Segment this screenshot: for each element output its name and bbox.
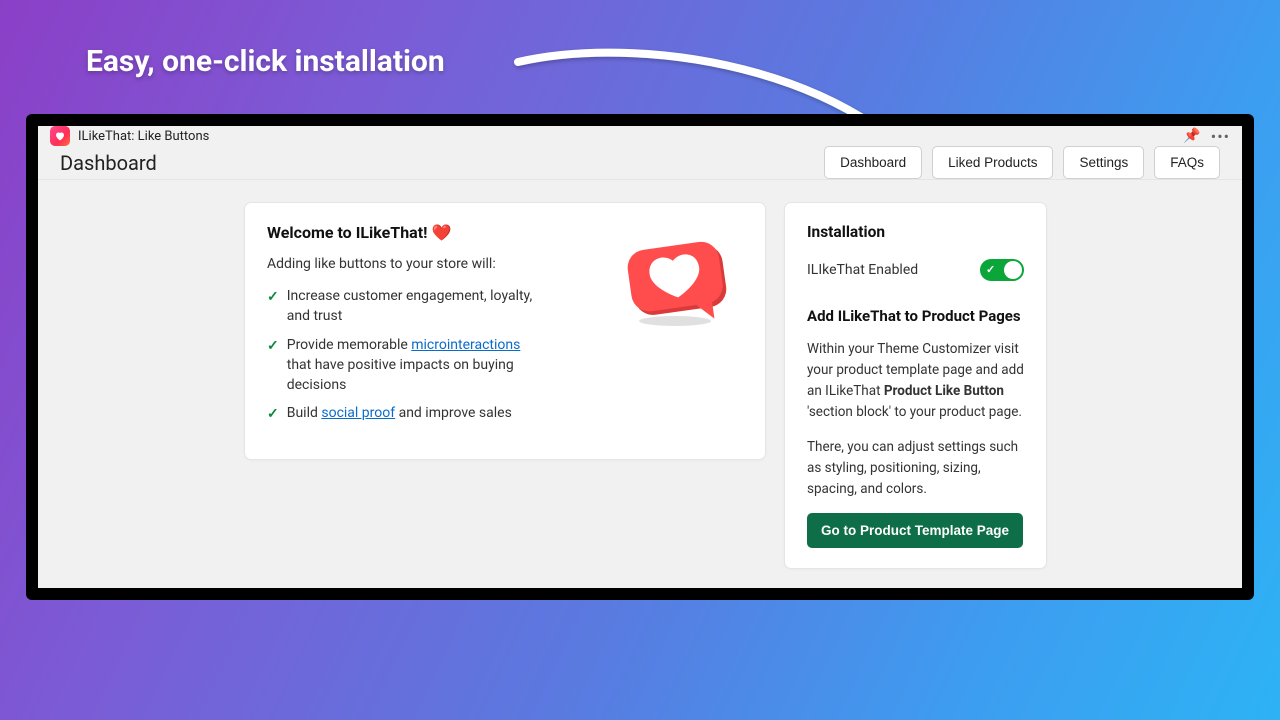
more-icon[interactable]: •••	[1211, 127, 1230, 146]
toggle-row: ILIkeThat Enabled ✓	[807, 259, 1024, 281]
welcome-card: Welcome to ILikeThat! ❤️ Adding like but…	[244, 202, 766, 460]
nav-settings-button[interactable]: Settings	[1063, 146, 1144, 179]
app-inner: ILikeThat: Like Buttons 📌 ••• Dashboard …	[38, 126, 1242, 588]
nav-buttons: Dashboard Liked Products Settings FAQs	[824, 146, 1220, 179]
installation-title: Installation	[807, 223, 1024, 241]
benefit-text: Provide memorable microinteractions that…	[287, 335, 543, 396]
content-area: Welcome to ILikeThat! ❤️ Adding like but…	[38, 180, 1242, 588]
social-proof-link[interactable]: social proof	[321, 405, 395, 421]
app-logo-icon	[50, 126, 70, 146]
install-paragraph-1: Within your Theme Customizer visit your …	[807, 339, 1024, 423]
install-paragraph-2: There, you can adjust settings such as s…	[807, 437, 1024, 500]
check-icon: ✓	[267, 404, 279, 424]
page-title: Dashboard	[60, 151, 157, 175]
app-window: ILikeThat: Like Buttons 📌 ••• Dashboard …	[26, 114, 1254, 600]
nav-liked-products-button[interactable]: Liked Products	[932, 146, 1053, 179]
enable-toggle[interactable]: ✓	[980, 259, 1024, 281]
navbar: Dashboard Dashboard Liked Products Setti…	[38, 146, 1242, 180]
check-icon: ✓	[267, 287, 279, 307]
nav-faqs-button[interactable]: FAQs	[1154, 146, 1220, 179]
toggle-knob	[1004, 261, 1022, 279]
pin-icon[interactable]: 📌	[1183, 128, 1200, 144]
benefit-item: ✓ Provide memorable microinteractions th…	[267, 335, 743, 396]
toggle-label: ILIkeThat Enabled	[807, 262, 918, 278]
go-to-template-button[interactable]: Go to Product Template Page	[807, 513, 1023, 548]
titlebar: ILikeThat: Like Buttons 📌 •••	[38, 126, 1242, 146]
microinteractions-link[interactable]: microinteractions	[411, 337, 520, 353]
promo-annotation: Easy, one-click installation	[86, 44, 445, 79]
installation-card: Installation ILIkeThat Enabled ✓ Add ILi…	[784, 202, 1047, 569]
benefit-item: ✓ Build social proof and improve sales	[267, 403, 743, 424]
check-icon: ✓	[267, 336, 279, 356]
toggle-check-icon: ✓	[986, 263, 995, 276]
benefit-text: Increase customer engagement, loyalty, a…	[287, 286, 543, 327]
nav-dashboard-button[interactable]: Dashboard	[824, 146, 922, 179]
app-title: ILikeThat: Like Buttons	[78, 129, 209, 144]
add-section-title: Add ILikeThat to Product Pages	[807, 307, 1024, 325]
heart-illustration-icon	[615, 229, 735, 329]
benefit-text: Build social proof and improve sales	[287, 403, 512, 423]
